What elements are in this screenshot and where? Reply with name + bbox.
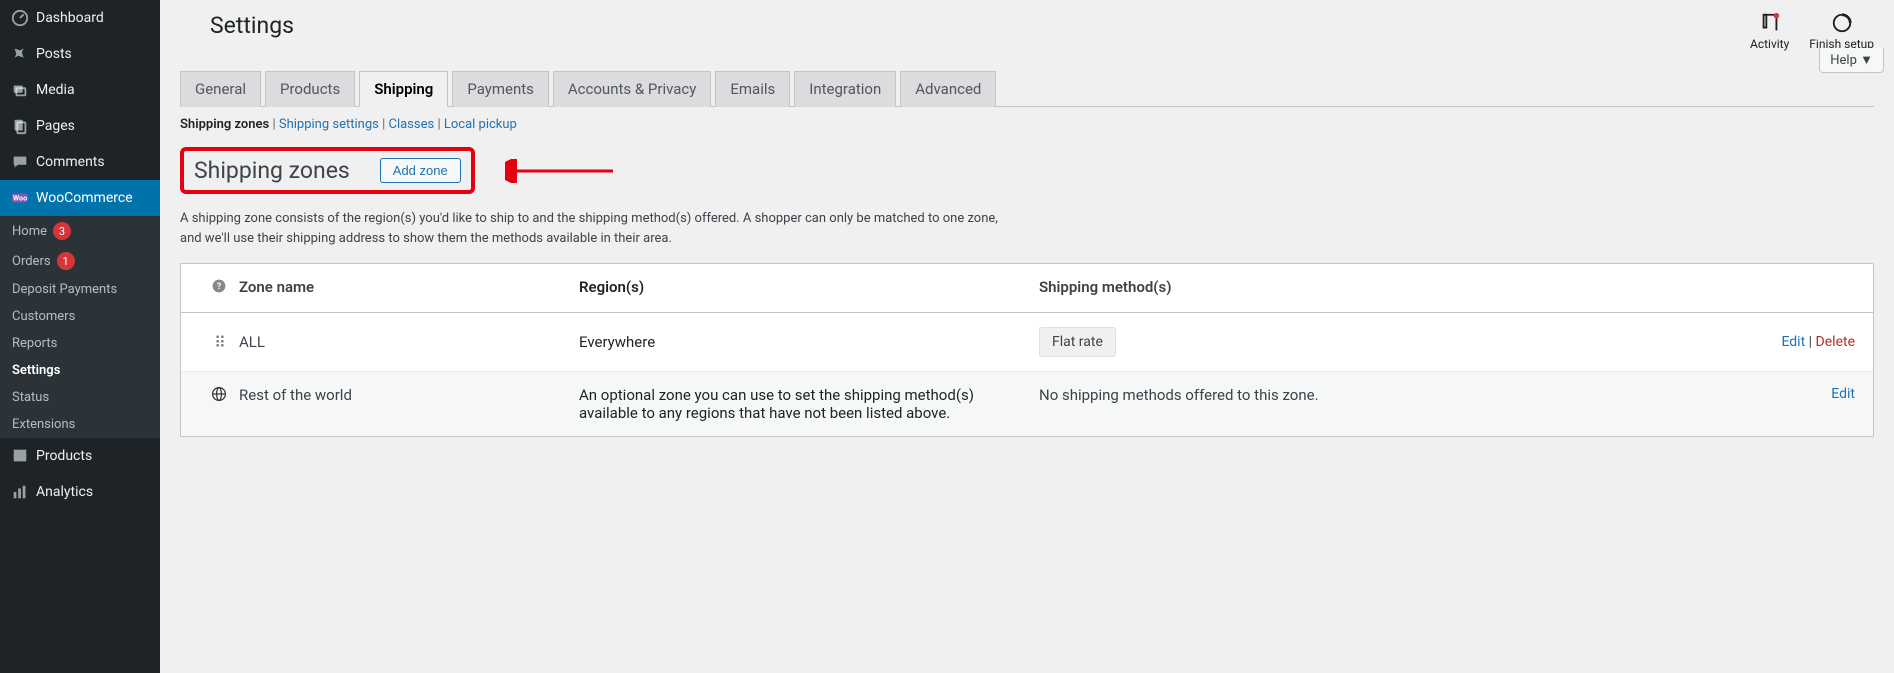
sidebar-sub-orders[interactable]: Orders 1 [0,246,160,276]
drag-handle-icon[interactable]: ⠿ [214,333,224,352]
dashboard-icon [10,8,30,28]
sidebar-label: Comments [36,154,105,170]
globe-icon [211,386,227,406]
badge: 1 [57,252,75,270]
sidebar-sub-label: Home [12,224,47,239]
sidebar-item-media[interactable]: Media [0,72,160,108]
sidebar-item-pages[interactable]: Pages [0,108,160,144]
col-header-region: Region(s) [579,278,1039,296]
products-icon [10,446,30,466]
sidebar-label: Media [36,82,75,98]
sublink-local-pickup[interactable]: Local pickup [444,117,517,132]
sidebar-sub-extensions[interactable]: Extensions [0,411,160,438]
finish-setup-button[interactable]: Finish setup [1809,12,1874,51]
sidebar-sub-label: Customers [12,309,75,324]
media-icon [10,80,30,100]
main-content: Settings Activity Finish setup Help ▼ [160,0,1894,673]
shipping-method-chip[interactable]: Flat rate [1039,327,1116,357]
edit-link[interactable]: Edit [1831,386,1855,402]
sidebar-item-analytics[interactable]: Analytics [0,474,160,510]
sidebar-sub-label: Settings [12,363,60,378]
sublink-shipping-settings[interactable]: Shipping settings [279,117,379,132]
page-title: Settings [210,12,294,39]
sidebar-sub-label: Status [12,390,49,405]
annotation-highlight: Shipping zones Add zone [180,147,475,194]
sidebar-sub-customers[interactable]: Customers [0,303,160,330]
sidebar-sub-status[interactable]: Status [0,384,160,411]
sidebar-item-woocommerce[interactable]: Woo WooCommerce [0,180,160,216]
badge: 3 [53,222,71,240]
chevron-down-icon: ▼ [1860,53,1873,68]
sidebar-sub-reports[interactable]: Reports [0,330,160,357]
activity-button[interactable]: Activity [1750,12,1789,51]
sidebar-item-posts[interactable]: Posts [0,36,160,72]
zone-name[interactable]: Rest of the world [239,386,579,404]
sidebar-label: Analytics [36,484,93,500]
svg-text:Woo: Woo [13,194,27,203]
sidebar-sub-deposit[interactable]: Deposit Payments [0,276,160,303]
woo-icon: Woo [10,188,30,208]
comment-icon [10,152,30,172]
sidebar-label: Dashboard [36,10,104,26]
sublink-zones[interactable]: Shipping zones [180,117,269,132]
admin-sidebar: Dashboard Posts Media Pages Comments Woo… [0,0,160,673]
sidebar-item-products[interactable]: Products [0,438,160,474]
shipping-zones-table: ? Zone name Region(s) Shipping method(s)… [180,263,1874,437]
sidebar-sub-label: Orders [12,254,51,269]
sidebar-label: WooCommerce [36,190,133,206]
sidebar-item-comments[interactable]: Comments [0,144,160,180]
tab-integration[interactable]: Integration [794,71,896,107]
sidebar-submenu: Home 3 Orders 1 Deposit Payments Custome… [0,216,160,438]
analytics-icon [10,482,30,502]
tab-emails[interactable]: Emails [715,71,790,107]
settings-tabs: General Products Shipping Payments Accou… [180,71,1874,107]
help-label: Help [1830,53,1857,68]
shipping-sublinks: Shipping zones | Shipping settings | Cla… [180,117,1874,132]
sidebar-sub-label: Deposit Payments [12,282,117,297]
section-title: Shipping zones [194,157,350,184]
pin-icon [10,44,30,64]
annotation-arrow [505,159,615,183]
sidebar-sub-label: Extensions [12,417,75,432]
tab-accounts-privacy[interactable]: Accounts & Privacy [553,71,711,107]
section-description: A shipping zone consists of the region(s… [180,209,1000,248]
sidebar-label: Products [36,448,92,464]
col-header-methods: Shipping method(s) [1039,278,1735,296]
zone-region: An optional zone you can use to set the … [579,386,1039,422]
sidebar-item-dashboard[interactable]: Dashboard [0,0,160,36]
sidebar-label: Pages [36,118,75,134]
tab-products[interactable]: Products [265,71,355,107]
sidebar-label: Posts [36,46,72,62]
delete-link[interactable]: Delete [1816,334,1855,350]
zone-region: Everywhere [579,333,1039,351]
zone-methods-text: No shipping methods offered to this zone… [1039,386,1735,404]
sidebar-sub-home[interactable]: Home 3 [0,216,160,246]
top-action-label: Activity [1750,37,1789,51]
tab-advanced[interactable]: Advanced [900,71,996,107]
tab-general[interactable]: General [180,71,261,107]
sublink-classes[interactable]: Classes [388,117,434,132]
svg-text:?: ? [217,282,221,292]
tab-shipping[interactable]: Shipping [359,71,448,107]
zone-name[interactable]: ALL [239,333,579,351]
help-tab[interactable]: Help ▼ [1819,48,1884,73]
col-header-name: Zone name [239,278,579,296]
edit-link[interactable]: Edit [1781,334,1805,350]
sidebar-sub-label: Reports [12,336,57,351]
table-row: ⠿ ALL Everywhere Flat rate Edit | Delete [181,313,1873,372]
help-icon[interactable]: ? [211,278,227,298]
pages-icon [10,116,30,136]
sidebar-sub-settings[interactable]: Settings [0,357,160,384]
tab-payments[interactable]: Payments [452,71,549,107]
table-row: Rest of the world An optional zone you c… [181,372,1873,436]
add-zone-button[interactable]: Add zone [380,158,461,183]
